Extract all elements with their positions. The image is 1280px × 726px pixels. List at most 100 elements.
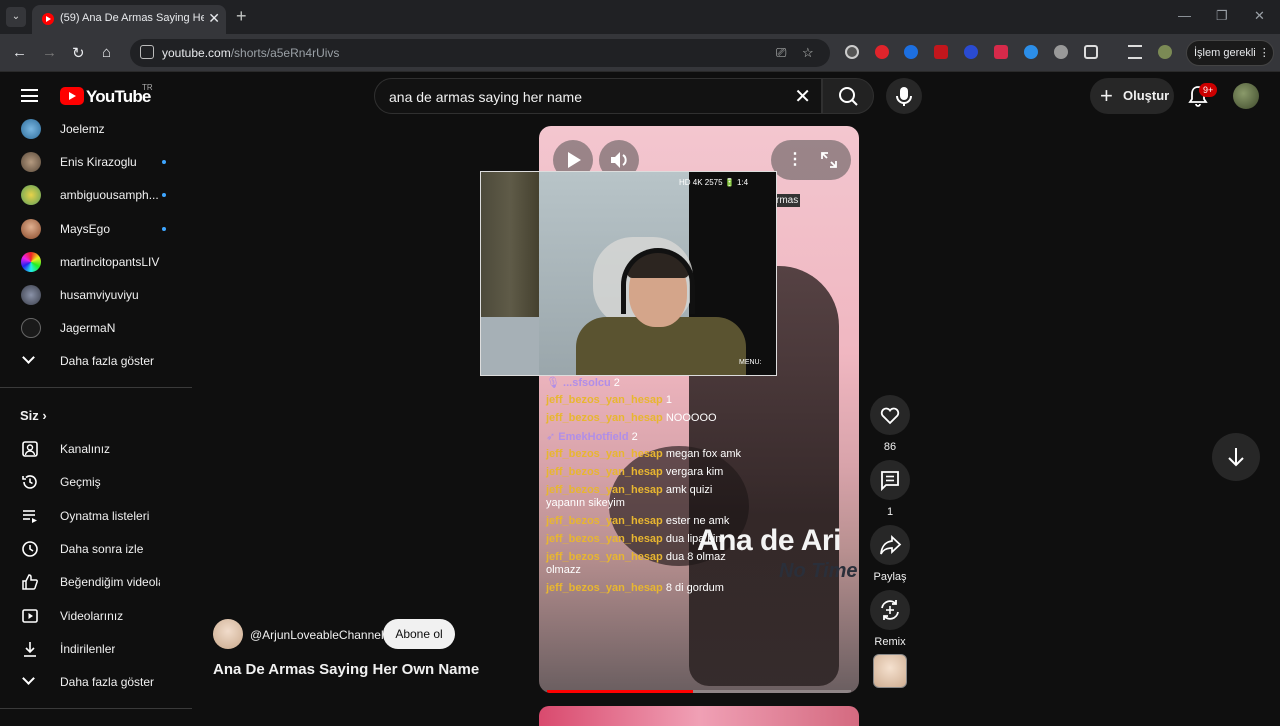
- player-options-group: ⋮: [771, 140, 851, 180]
- extension-icon[interactable]: [875, 45, 889, 59]
- extension-icon[interactable]: [904, 45, 918, 59]
- account-avatar[interactable]: [1233, 83, 1259, 109]
- chat-message: jeff_bezos_yan_hesap dua lipa kim: [546, 533, 725, 545]
- sidebar-item-subscription[interactable]: ambiguousamph...: [0, 178, 192, 212]
- forward-icon[interactable]: →: [42, 44, 57, 61]
- reload-icon[interactable]: ↻: [72, 44, 85, 62]
- you-section-header[interactable]: Siz ›: [20, 408, 47, 423]
- new-tab-icon[interactable]: +: [236, 6, 247, 27]
- search-input[interactable]: ana de armas saying her name ✕: [374, 78, 822, 114]
- sidebar-item-subscription[interactable]: Enis Kirazoglu: [0, 145, 192, 179]
- channel-name[interactable]: @ArjunLoveableChannel: [250, 628, 384, 642]
- channel-avatar: [21, 152, 41, 172]
- tab-search-button[interactable]: ⌄: [6, 7, 26, 27]
- profile-avatar[interactable]: [1158, 45, 1172, 59]
- sidebar-item-your-videos[interactable]: Videolarınız: [0, 599, 192, 633]
- home-icon[interactable]: ⌂: [102, 44, 111, 61]
- minimize-icon[interactable]: —: [1178, 8, 1191, 23]
- extension-icon[interactable]: [994, 45, 1008, 59]
- maximize-icon[interactable]: ❐: [1216, 8, 1228, 24]
- comments-button[interactable]: [870, 460, 910, 500]
- clear-search-icon[interactable]: ✕: [794, 84, 811, 109]
- back-icon[interactable]: ←: [12, 44, 27, 61]
- sidebar-item-label: ambiguousamph...: [60, 188, 159, 202]
- window-close-icon[interactable]: ✕: [1254, 8, 1265, 24]
- chat-text: vergara kim: [665, 466, 724, 478]
- create-button[interactable]: + Oluştur: [1090, 78, 1174, 114]
- fullscreen-icon[interactable]: [819, 150, 839, 170]
- sidebar-item-label: martincitopantsLIVE: [60, 255, 160, 269]
- voice-search-button[interactable]: [886, 78, 922, 114]
- extension-icon[interactable]: [845, 45, 859, 59]
- site-info-icon[interactable]: [140, 45, 154, 59]
- omnibox[interactable]: youtube.com/shorts/a5eRn4rUivs ⎚ ☆: [130, 39, 830, 67]
- sidebar-item-label: İndirilenler: [60, 642, 116, 656]
- bookmark-star-icon[interactable]: ☆: [802, 45, 814, 61]
- camera-menu-text: MENU:: [739, 359, 762, 366]
- sidebar-item-downloads[interactable]: İndirilenler: [0, 632, 192, 666]
- close-tab-icon[interactable]: ✕: [208, 10, 220, 27]
- sidebar-item-liked-videos[interactable]: Beğendiğim videolar: [0, 565, 192, 599]
- sidebar-item-label: Oynatma listeleri: [60, 509, 150, 523]
- sidebar-item-subscription[interactable]: JagermaN: [0, 311, 192, 345]
- reading-list-icon[interactable]: [1128, 45, 1142, 59]
- comment-action[interactable]: 1: [870, 460, 910, 518]
- chat-text: amk quizi: [665, 484, 713, 496]
- remix-icon: [881, 600, 899, 620]
- sidebar-item-subscription[interactable]: Joelemz: [0, 112, 192, 146]
- chat-message: jeff_bezos_yan_hesap vergara kim: [546, 466, 723, 478]
- action-required-button[interactable]: İşlem gerekli ⋮: [1186, 40, 1274, 66]
- youtube-logo-text[interactable]: YouTube: [86, 87, 151, 107]
- chat-text: 1: [665, 394, 672, 406]
- next-short-button[interactable]: [1212, 433, 1260, 481]
- video-progress-bar[interactable]: [547, 690, 851, 693]
- remix-action[interactable]: Remix: [870, 590, 910, 648]
- install-app-icon[interactable]: ⎚: [776, 45, 786, 61]
- like-button[interactable]: [870, 395, 910, 435]
- extension-icon[interactable]: [964, 45, 978, 59]
- extensions-puzzle-icon[interactable]: [1084, 45, 1098, 59]
- extension-icon[interactable]: [1054, 45, 1068, 59]
- subscribe-button[interactable]: Abone ol: [383, 619, 455, 649]
- chat-text: 2: [631, 431, 638, 443]
- extension-icon[interactable]: [1024, 45, 1038, 59]
- sound-source-thumbnail[interactable]: [873, 654, 907, 688]
- youtube-logo-icon[interactable]: [60, 87, 84, 105]
- sidebar-item-playlists[interactable]: Oynatma listeleri: [0, 499, 192, 533]
- chevron-right-icon: ›: [42, 408, 47, 423]
- show-more-you[interactable]: Daha fazla göster: [0, 665, 192, 699]
- menu-icon[interactable]: [21, 89, 38, 102]
- channel-avatar[interactable]: [213, 619, 243, 649]
- chat-message: olmazz: [546, 564, 581, 576]
- sidebar-item-subscription[interactable]: MaysEgo: [0, 212, 192, 246]
- chat-badge-icon: ➶: [546, 431, 559, 443]
- sidebar-item-watch-later[interactable]: Daha sonra izle: [0, 532, 192, 566]
- share-button[interactable]: [870, 525, 910, 565]
- extension-icon[interactable]: [934, 45, 948, 59]
- sidebar-item-channel[interactable]: Kanalınız: [0, 432, 192, 466]
- sidebar-item-subscription[interactable]: martincitopantsLIVE: [0, 245, 192, 279]
- show-more-label: Daha fazla göster: [60, 354, 155, 368]
- show-more-subscriptions[interactable]: Daha fazla göster: [0, 344, 192, 378]
- youtube-favicon-icon: [42, 13, 54, 25]
- camera-hud-text: HD 4K 2575 🔋 1:4: [679, 178, 749, 187]
- browser-tab[interactable]: (59) Ana De Armas Saying Her Own Name ✕: [32, 5, 226, 34]
- comment-count: 1: [886, 506, 894, 518]
- sidebar-item-history[interactable]: Geçmiş: [0, 465, 192, 499]
- divider: [0, 387, 192, 388]
- chat-username: jeff_bezos_yan_hesap: [546, 582, 663, 594]
- share-action[interactable]: Paylaş: [870, 525, 910, 583]
- like-action[interactable]: 86: [870, 395, 910, 453]
- show-more-label: Daha fazla göster: [60, 675, 155, 689]
- search-button[interactable]: [822, 78, 874, 114]
- chat-text: 8 di gordum: [665, 582, 724, 594]
- video-title[interactable]: Ana De Armas Saying Her Own Name: [213, 661, 479, 678]
- region-code: TR: [142, 83, 153, 92]
- remix-button[interactable]: [870, 590, 910, 630]
- chat-message: jeff_bezos_yan_hesap megan fox amk: [546, 448, 741, 460]
- next-short-preview[interactable]: [539, 706, 859, 726]
- chat-badge-icon: 🎙: [546, 377, 564, 389]
- more-options-icon[interactable]: ⋮: [787, 149, 803, 169]
- sidebar-item-subscription[interactable]: husamviyuviyu: [0, 278, 192, 312]
- sidebar-item-label: Beğendiğim videolar: [60, 575, 160, 589]
